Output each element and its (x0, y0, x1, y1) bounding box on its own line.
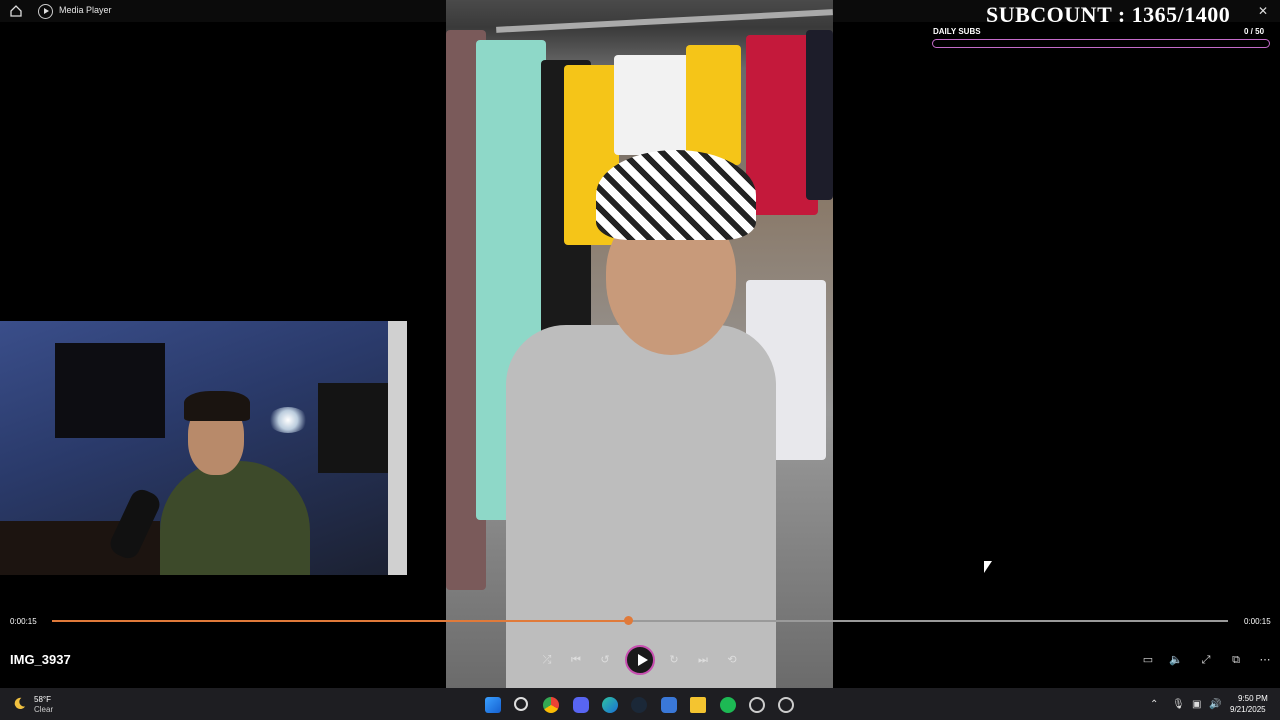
home-icon[interactable] (8, 3, 24, 19)
mouse-cursor (984, 561, 992, 573)
weather-desc[interactable]: Clear (34, 705, 53, 714)
clock-date[interactable]: 9/21/2025 (1230, 705, 1266, 714)
app-icon-2[interactable] (749, 697, 765, 713)
cast-icon[interactable]: ⧉ (1228, 652, 1244, 668)
seek-fill (52, 620, 629, 622)
garment (686, 45, 741, 165)
microphone-icon[interactable]: 🎙 (1172, 699, 1185, 710)
network-icon[interactable]: ▣ (1192, 699, 1201, 710)
time-current: 0:00:15 (10, 617, 37, 626)
media-player-icon[interactable] (778, 697, 794, 713)
media-player-icon (38, 4, 53, 19)
daily-subs-label: DAILY SUBS (933, 27, 981, 36)
app-icon[interactable] (661, 697, 677, 713)
daily-subs-count: 0 / 50 (1244, 27, 1265, 36)
moon-icon[interactable] (12, 696, 27, 711)
miniplayer-icon[interactable]: ▭ (1140, 652, 1156, 668)
seek-bar[interactable] (52, 616, 1228, 625)
clock-time[interactable]: 9:50 PM (1238, 694, 1268, 703)
taskbar: 58°F Clear ⌃ 🎙 ▣ 🔊 9:50 PM 9/21/2025 (0, 688, 1280, 720)
clothing-rack (496, 9, 833, 33)
chrome-icon[interactable] (543, 697, 559, 713)
steam-icon[interactable] (631, 697, 647, 713)
daily-subs-bar (932, 39, 1270, 48)
subcount-text: SUBCOUNT : 1365/1400 (986, 2, 1231, 27)
search-icon[interactable] (514, 697, 528, 711)
play-button[interactable] (625, 645, 655, 675)
streamer-hair (184, 391, 250, 421)
volume-icon[interactable]: 🔈 (1168, 652, 1184, 668)
spotify-icon[interactable] (720, 697, 736, 713)
more-icon[interactable]: ⋯ (1257, 652, 1273, 668)
window-title: Media Player (59, 5, 112, 15)
previous-icon[interactable]: ⏮ (568, 652, 584, 668)
edge-icon[interactable] (602, 697, 618, 713)
seek-thumb[interactable] (623, 616, 633, 625)
close-icon[interactable]: ✕ (1258, 4, 1268, 18)
file-name: IMG_3937 (10, 652, 71, 667)
next-icon[interactable]: ⏭ (695, 652, 711, 668)
discord-icon[interactable] (573, 697, 589, 713)
fullscreen-icon[interactable]: ⤢ (1198, 652, 1214, 668)
webcam-border (388, 321, 407, 575)
repeat-off-icon[interactable]: ⟲ (724, 652, 740, 668)
rewind-10-icon[interactable]: ↺ (597, 652, 613, 668)
time-total: 0:00:15 (1244, 617, 1271, 626)
weather-temp[interactable]: 58°F (34, 695, 51, 704)
speaker-icon[interactable]: 🔊 (1209, 699, 1221, 710)
monitor (318, 383, 390, 473)
video-frame[interactable] (446, 0, 833, 688)
keffiyeh (596, 150, 756, 240)
forward-30-icon[interactable]: ↻ (666, 652, 682, 668)
shuffle-icon[interactable]: ⤮ (539, 652, 555, 668)
shelf (55, 343, 165, 438)
webcam-overlay (0, 321, 407, 575)
person-shirt (506, 325, 776, 688)
tray-expand-icon[interactable]: ⌃ (1150, 699, 1158, 710)
streamer-body (160, 461, 310, 575)
light (268, 407, 308, 433)
windows-start-icon[interactable] (485, 697, 501, 713)
garment (806, 30, 833, 200)
file-explorer-icon[interactable] (690, 697, 706, 713)
